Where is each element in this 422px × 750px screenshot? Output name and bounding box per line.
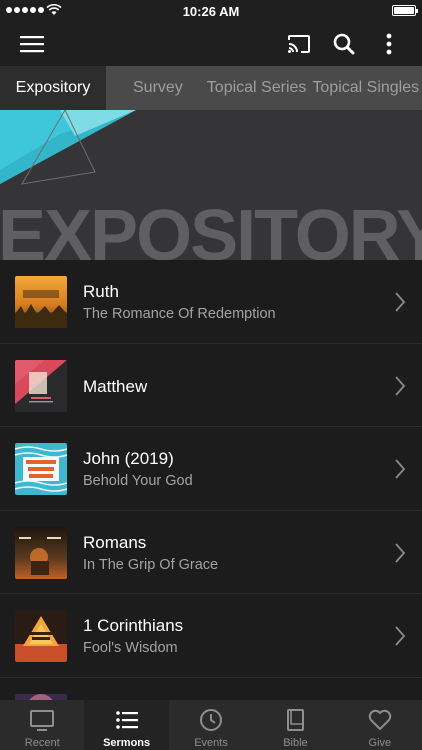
- tab-topical-series[interactable]: Topical Series: [197, 66, 309, 110]
- hamburger-menu-icon[interactable]: [16, 28, 48, 60]
- chevron-right-icon: [395, 459, 406, 479]
- nav-recent[interactable]: Recent: [0, 700, 84, 750]
- series-subtitle: Behold Your God: [83, 473, 193, 490]
- nav-label: Events: [194, 737, 228, 749]
- list-item[interactable]: 1 Corinthians Fool's Wisdom: [0, 594, 422, 678]
- series-artwork-1-corinthians: [15, 610, 67, 663]
- nav-give[interactable]: Give: [338, 700, 422, 750]
- cast-icon[interactable]: [283, 28, 315, 60]
- chevron-right-icon: [395, 626, 406, 646]
- tab-survey[interactable]: Survey: [123, 66, 193, 110]
- bottom-navigation: Recent Sermons Events Bible Give: [0, 700, 422, 750]
- chevron-right-icon: [395, 292, 406, 312]
- battery-icon: [392, 5, 418, 16]
- chevron-right-icon: [395, 375, 406, 396]
- app-bar: [0, 22, 422, 66]
- nav-label: Bible: [283, 737, 308, 749]
- series-title: John (2019): [83, 449, 174, 469]
- category-tabs: Expository Survey Topical Series Topical…: [0, 66, 422, 110]
- book-icon: [287, 709, 305, 731]
- series-title: Ruth: [83, 282, 119, 301]
- series-title: Romans: [83, 532, 147, 552]
- nav-label: Give: [368, 737, 392, 749]
- search-icon[interactable]: [328, 28, 360, 60]
- nav-events[interactable]: Events: [169, 700, 253, 750]
- tab-expository[interactable]: Expository: [0, 66, 106, 110]
- nav-bible[interactable]: Bible: [253, 700, 337, 750]
- clock-icon: [200, 709, 223, 731]
- sermon-series-list: Ruth The Romance Of Redemption Matthew J…: [0, 260, 422, 700]
- series-subtitle: The Romance Of Redemption: [83, 306, 276, 322]
- list-item[interactable]: John (2019) Behold Your God: [0, 427, 422, 511]
- series-title: Matthew: [83, 376, 148, 396]
- list-item[interactable]: [0, 678, 422, 700]
- series-artwork-john: [15, 443, 67, 496]
- list-item[interactable]: Romans In The Grip Of Grace: [0, 511, 422, 595]
- series-subtitle: Fool's Wisdom: [83, 640, 178, 657]
- category-banner: EXPOSITORY: [0, 110, 422, 260]
- tab-topical-singles[interactable]: Topical Singles: [308, 66, 422, 110]
- series-artwork-matthew: [15, 359, 67, 412]
- heart-icon: [368, 709, 392, 730]
- chevron-right-icon: [395, 543, 406, 563]
- series-artwork-ruth: [15, 276, 67, 328]
- series-artwork-romans: [15, 526, 67, 579]
- series-subtitle: In The Grip Of Grace: [83, 556, 219, 573]
- tv-icon: [30, 710, 55, 731]
- more-vertical-icon[interactable]: [373, 28, 405, 60]
- list-icon: [115, 711, 138, 729]
- status-bar: 10:26 AM: [0, 0, 422, 22]
- nav-label: Recent: [24, 737, 60, 749]
- banner-title: EXPOSITORY: [0, 196, 422, 260]
- nav-sermons[interactable]: Sermons: [84, 700, 169, 750]
- list-item[interactable]: Matthew: [0, 344, 422, 428]
- status-time: 10:26 AM: [182, 4, 240, 19]
- list-item[interactable]: Ruth The Romance Of Redemption: [0, 260, 422, 344]
- series-title: 1 Corinthians: [83, 616, 184, 636]
- nav-label: Sermons: [103, 737, 151, 749]
